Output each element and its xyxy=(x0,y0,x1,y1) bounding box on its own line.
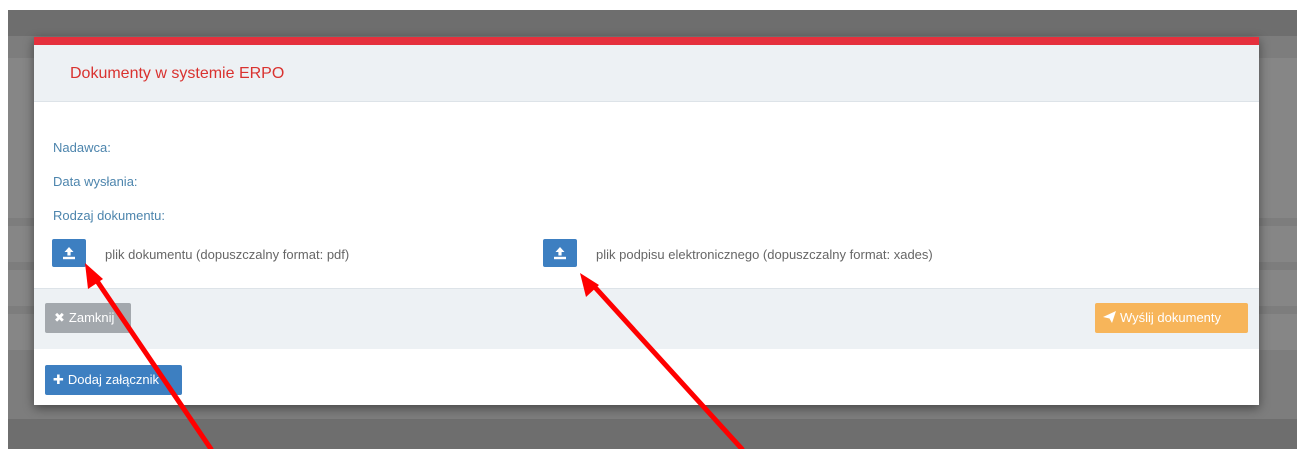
upload-document-button[interactable] xyxy=(52,239,86,267)
documents-modal: Dokumenty w systemie ERPO Nadawca: Data … xyxy=(34,37,1259,405)
paper-plane-icon xyxy=(1103,303,1116,333)
modal-footer: ✖ Zamknij Wyślij dokumenty xyxy=(34,288,1259,349)
signature-file-label: plik podpisu elektronicznego (dopuszczal… xyxy=(596,247,933,262)
document-type-label: Rodzaj dokumentu: xyxy=(53,208,166,223)
document-file-label: plik dokumentu (dopuszczalny format: pdf… xyxy=(105,247,350,262)
modal-accent-bar xyxy=(34,37,1259,45)
upload-icon xyxy=(63,247,75,260)
modal-header: Dokumenty w systemie ERPO xyxy=(34,45,1259,102)
send-documents-button[interactable]: Wyślij dokumenty xyxy=(1095,303,1248,333)
upload-signature-button[interactable] xyxy=(543,239,577,267)
add-attachment-label: Dodaj załącznik xyxy=(67,372,159,387)
send-date-label: Data wysłania: xyxy=(53,174,138,189)
upload-icon xyxy=(554,247,566,260)
close-button[interactable]: ✖ Zamknij xyxy=(45,303,131,333)
sender-label: Nadawca: xyxy=(53,140,111,155)
plus-icon: ✚ xyxy=(53,372,64,387)
send-documents-label: Wyślij dokumenty xyxy=(1120,310,1222,325)
close-button-label: Zamknij xyxy=(68,310,115,325)
modal-title: Dokumenty w systemie ERPO xyxy=(70,65,285,82)
times-icon: ✖ xyxy=(54,310,65,325)
add-attachment-button[interactable]: ✚ Dodaj załącznik xyxy=(45,365,182,395)
